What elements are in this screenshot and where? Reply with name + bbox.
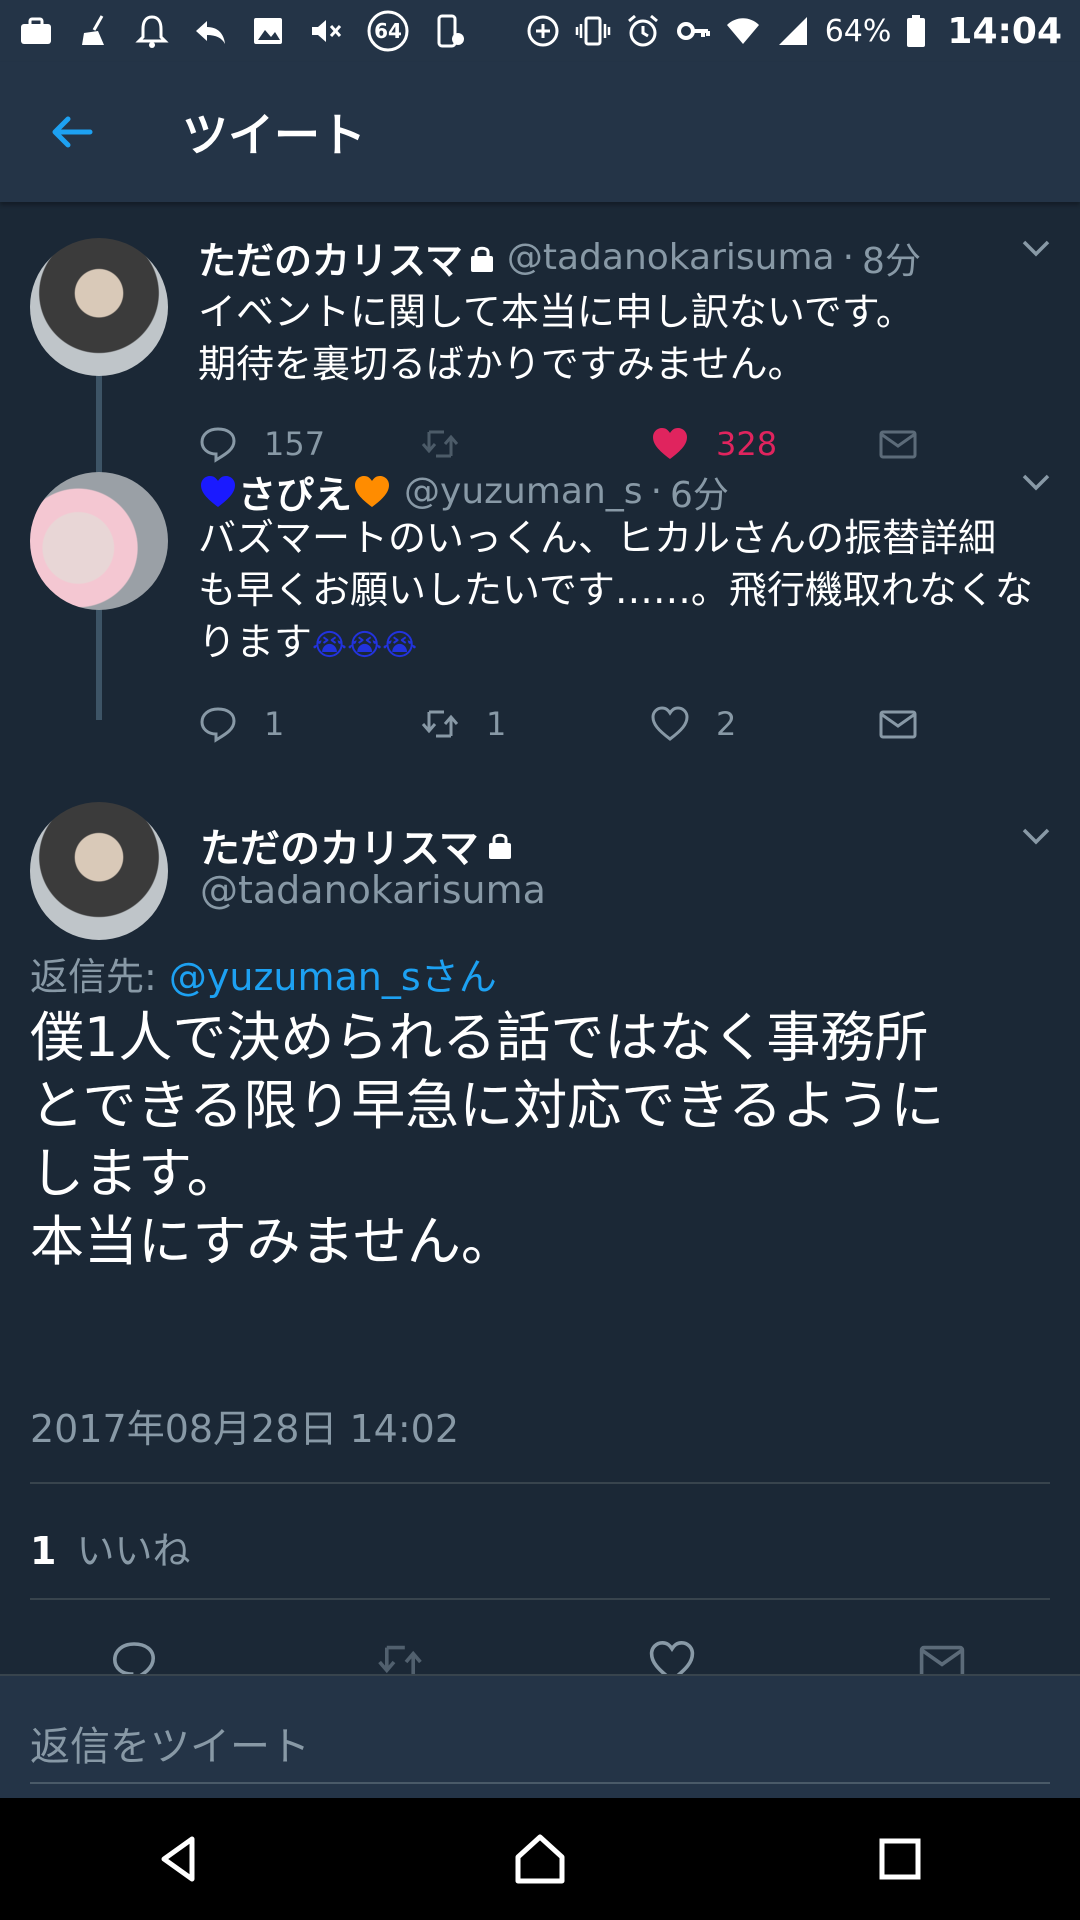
envelope-icon	[919, 1645, 965, 1674]
envelope-icon	[879, 430, 917, 459]
tweet-item[interactable]: さぴえ @yuzuman_s · 6分 バズマートのいっくん、ヒカルさんの振替詳…	[0, 471, 1080, 772]
tweet-thread[interactable]: ただのカリスマ @tadanokarisuma · 8分 イベントに関して本当に…	[0, 202, 1080, 1674]
nav-home-button[interactable]	[500, 1819, 580, 1899]
focused-tweet: ただのカリスマ @tadanokarisuma 返信先: @yuzuman_sさ…	[0, 802, 1080, 1674]
dm-button[interactable]	[878, 694, 918, 754]
tweet-header: ただのカリスマ @tadanokarisuma · 8分	[198, 230, 1040, 285]
wifi-icon	[725, 13, 761, 49]
retweet-count: 1	[486, 705, 507, 743]
display-name[interactable]: ただのカリスマ	[200, 816, 513, 874]
vibrate-icon	[575, 13, 611, 49]
tweet-text: 僕1人で決められる話ではなく事務所 とできる限り早急に対応できるように します。…	[30, 1006, 945, 1273]
like-count: 2	[716, 705, 737, 743]
reply-icon	[112, 1642, 156, 1674]
timestamp: 6分	[670, 474, 729, 516]
badge-64-icon: 64	[366, 10, 410, 52]
square-recents-icon	[879, 1838, 921, 1880]
reply-button[interactable]	[110, 1632, 158, 1674]
divider	[30, 1482, 1050, 1484]
bell-icon	[134, 13, 170, 49]
reply-button[interactable]: 1	[198, 694, 284, 754]
input-underline	[30, 1782, 1050, 1784]
reply-count: 157	[264, 425, 326, 463]
tweet-text: バズマートのいっくん、ヒカルさんの振替詳細 も早くお願いしたいです……。飛行機取…	[198, 516, 1033, 664]
reply-input[interactable]: 返信をツイート	[30, 1714, 310, 1772]
separator: ·	[842, 237, 855, 278]
reply-count: 1	[264, 705, 285, 743]
nav-recents-button[interactable]	[860, 1819, 940, 1899]
heart-icon	[651, 706, 689, 741]
device-settings-icon	[432, 13, 468, 49]
like-button[interactable]	[648, 1632, 696, 1674]
heart-icon	[649, 1640, 695, 1674]
display-name[interactable]: さぴえ	[238, 464, 352, 519]
retweet-icon	[378, 1645, 422, 1674]
retweet-button[interactable]	[376, 1632, 424, 1674]
briefcase-icon	[18, 13, 54, 49]
tweet-header: さぴえ @yuzuman_s · 6分	[198, 464, 1040, 519]
avatar[interactable]	[30, 238, 168, 376]
image-icon	[250, 13, 286, 49]
svg-text:64: 64	[374, 19, 402, 43]
lock-icon	[470, 246, 493, 272]
signal-icon	[775, 13, 811, 49]
page-title: ツイート	[182, 108, 366, 162]
retweet-icon	[421, 430, 459, 458]
likes-summary[interactable]: 1 いいね	[30, 1520, 191, 1575]
lock-icon	[488, 833, 511, 859]
reply-icon	[200, 427, 236, 463]
dm-button[interactable]	[918, 1632, 966, 1674]
clock: 14:04	[947, 10, 1062, 52]
chevron-down-icon[interactable]	[1018, 818, 1054, 854]
handle[interactable]: @yuzuman_s	[404, 471, 643, 512]
orange-heart-emoji	[355, 475, 390, 507]
back-button[interactable]	[36, 96, 108, 168]
blue-heart-emoji	[201, 475, 235, 507]
battery-icon	[905, 13, 927, 49]
heart-filled-icon	[653, 428, 687, 459]
retweet-icon	[421, 710, 459, 738]
nav-back-button[interactable]	[140, 1819, 220, 1899]
handle[interactable]: @tadanokarisuma	[507, 237, 835, 278]
reply-composer[interactable]: 返信をツイート	[0, 1674, 1080, 1798]
battery-percent: 64%	[824, 13, 892, 49]
tweet-item[interactable]: ただのカリスマ @tadanokarisuma · 8分 イベントに関して本当に…	[0, 202, 1080, 472]
tweet-date: 2017年08月28日 14:02	[30, 1407, 460, 1451]
envelope-icon	[879, 710, 917, 739]
divider	[30, 1598, 1050, 1600]
status-bar: 64 64% 14:04	[0, 0, 1080, 62]
tweet-actions	[0, 1632, 1080, 1674]
reply-icon	[192, 13, 228, 49]
tweet-text: イベントに関して本当に申し訳ないです。 期待を裏切るばかりですみません。	[198, 290, 914, 386]
data-saver-icon	[525, 13, 561, 49]
reply-to: 返信先: @yuzuman_sさん	[30, 955, 497, 999]
chevron-down-icon[interactable]	[1018, 230, 1054, 266]
home-icon	[515, 1834, 565, 1884]
like-count: 328	[716, 425, 778, 463]
mute-icon	[308, 13, 344, 49]
system-nav-bar	[0, 1798, 1080, 1920]
key-icon	[675, 13, 711, 49]
broom-icon	[76, 13, 112, 49]
app-header: ツイート	[0, 62, 1080, 202]
crying-emoji: 😭😭😭	[312, 628, 418, 663]
avatar[interactable]	[30, 802, 168, 940]
reply-icon	[200, 707, 236, 743]
alarm-icon	[625, 13, 661, 49]
like-button[interactable]: 2	[650, 694, 736, 754]
handle[interactable]: @tadanokarisuma	[200, 868, 546, 912]
triangle-back-icon	[161, 1836, 195, 1882]
timestamp: 8分	[862, 240, 921, 282]
chevron-down-icon[interactable]	[1018, 464, 1054, 500]
arrow-left-icon	[52, 116, 93, 148]
avatar[interactable]	[30, 472, 168, 610]
separator: ·	[650, 471, 663, 512]
tweet-actions: 1 1 2	[198, 694, 938, 754]
display-name[interactable]: ただのカリスマ	[198, 230, 463, 285]
reply-target-link[interactable]: @yuzuman_sさん	[169, 955, 497, 999]
retweet-button[interactable]: 1	[420, 694, 506, 754]
